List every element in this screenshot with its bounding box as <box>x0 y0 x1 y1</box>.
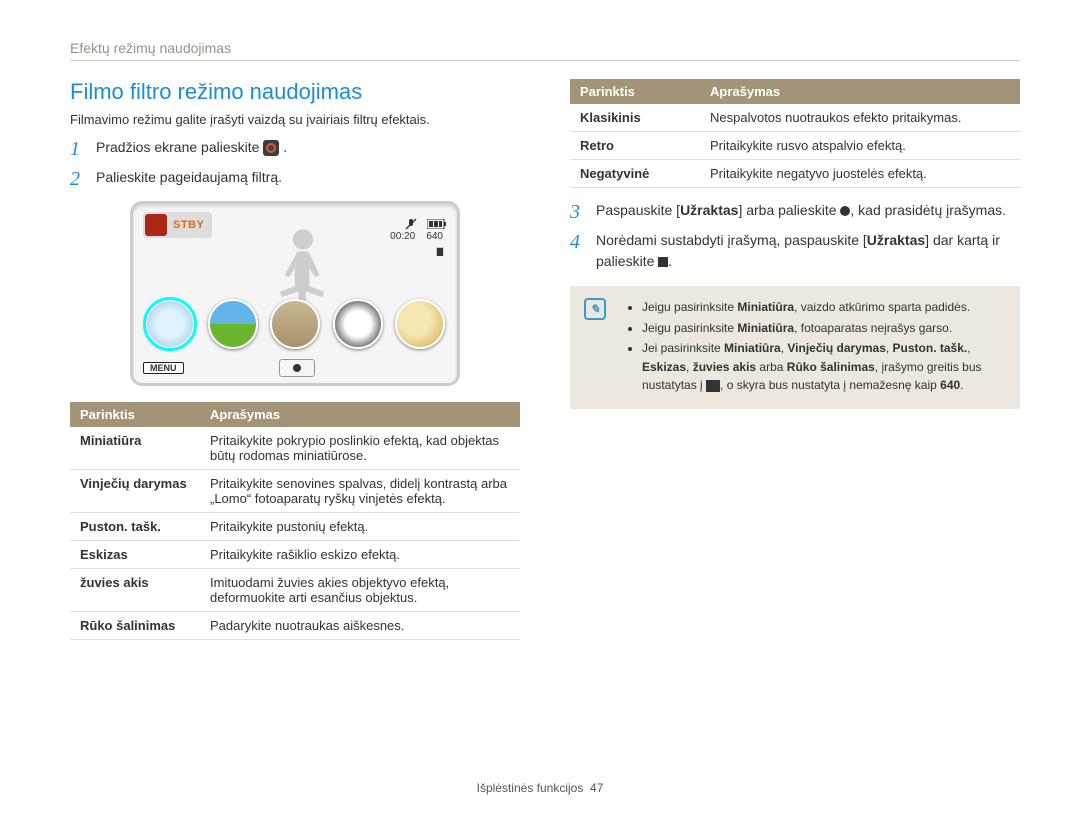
step-number: 1 <box>70 137 86 161</box>
lcd-time: 00:20 <box>390 231 415 242</box>
step2-text: Palieskite pageidaujamą filtrą. <box>96 167 520 188</box>
table-header-desc: Aprašymas <box>200 402 520 427</box>
standby-label: STBY <box>173 219 204 231</box>
table-header-option: Parinktis <box>70 402 200 427</box>
table-row: KlasikinisNespalvotos nuotraukos efekto … <box>570 104 1020 132</box>
step1-text-b: . <box>283 139 287 155</box>
breadcrumb: Efektų režimų naudojimas <box>70 40 1020 61</box>
filter-thumb-4 <box>333 299 383 349</box>
note-item: Jeigu pasirinksite Miniatiūra, vaizdo at… <box>642 298 1004 317</box>
filter-thumb-3 <box>270 299 320 349</box>
footer-chapter: Išplėstinės funkcijos <box>477 781 584 795</box>
step-3: 3 Paspauskite [Užraktas] arba palieskite… <box>570 200 1020 224</box>
menu-button: MENU <box>143 362 184 374</box>
step-number: 4 <box>570 230 586 254</box>
filter-thumb-2 <box>208 299 258 349</box>
record-stop-icon <box>658 257 668 267</box>
options-table-right: Parinktis Aprašymas KlasikinisNespalvoto… <box>570 79 1020 188</box>
footer-page: 47 <box>590 781 603 795</box>
table-row: NegatyvinėPritaikykite negatyvo juostelė… <box>570 160 1020 188</box>
step-number: 3 <box>570 200 586 224</box>
filter-thumbnails <box>145 299 445 349</box>
record-button <box>279 359 315 377</box>
camera-lcd-illustration: STBY 00:20 640 ▇ <box>130 201 460 386</box>
step-number: 2 <box>70 167 86 191</box>
lcd-format-icon: ▇ <box>390 246 443 257</box>
mode-icon <box>145 214 167 236</box>
page-title: Filmo filtro režimo naudojimas <box>70 79 520 105</box>
table-row: RetroPritaikykite rusvo atspalvio efektą… <box>570 132 1020 160</box>
lcd-res: 640 <box>426 231 443 242</box>
filter-thumb-5 <box>395 299 445 349</box>
step-2: 2 Palieskite pageidaujamą filtrą. <box>70 167 520 191</box>
table-header-desc: Aprašymas <box>700 79 1020 104</box>
table-row: MiniatiūraPritaikykite pokrypio poslinki… <box>70 427 520 470</box>
note-item: Jei pasirinksite Miniatiūra, Vinječių da… <box>642 339 1004 395</box>
options-table-left: Parinktis Aprašymas MiniatiūraPritaikyki… <box>70 402 520 640</box>
info-icon: ✎ <box>584 298 606 320</box>
filter-thumb-1 <box>145 299 195 349</box>
table-header-option: Parinktis <box>570 79 700 104</box>
frame-rate-icon <box>706 380 720 392</box>
table-row: žuvies akisImituodami žuvies akies objek… <box>70 569 520 612</box>
table-row: Puston. tašk.Pritaikykite pustonių efekt… <box>70 513 520 541</box>
step-4: 4 Norėdami sustabdyti įrašymą, paspauski… <box>570 230 1020 272</box>
standby-chip: STBY <box>143 212 212 238</box>
step1-text-a: Pradžios ekrane palieskite <box>96 139 263 155</box>
record-start-icon <box>840 206 850 216</box>
movie-filter-mode-icon <box>263 140 279 156</box>
note-box: ✎ Jeigu pasirinksite Miniatiūra, vaizdo … <box>570 286 1020 409</box>
step-1: 1 Pradžios ekrane palieskite . <box>70 137 520 161</box>
note-item: Jeigu pasirinksite Miniatiūra, fotoapara… <box>642 319 1004 338</box>
table-row: Vinječių darymasPritaikykite senovines s… <box>70 470 520 513</box>
intro-text: Filmavimo režimu galite įrašyti vaizdą s… <box>70 111 520 129</box>
page-footer: Išplėstinės funkcijos 47 <box>0 781 1080 795</box>
table-row: EskizasPritaikykite rašiklio eskizo efek… <box>70 541 520 569</box>
table-row: Rūko šalinimasPadarykite nuotraukas aišk… <box>70 612 520 640</box>
